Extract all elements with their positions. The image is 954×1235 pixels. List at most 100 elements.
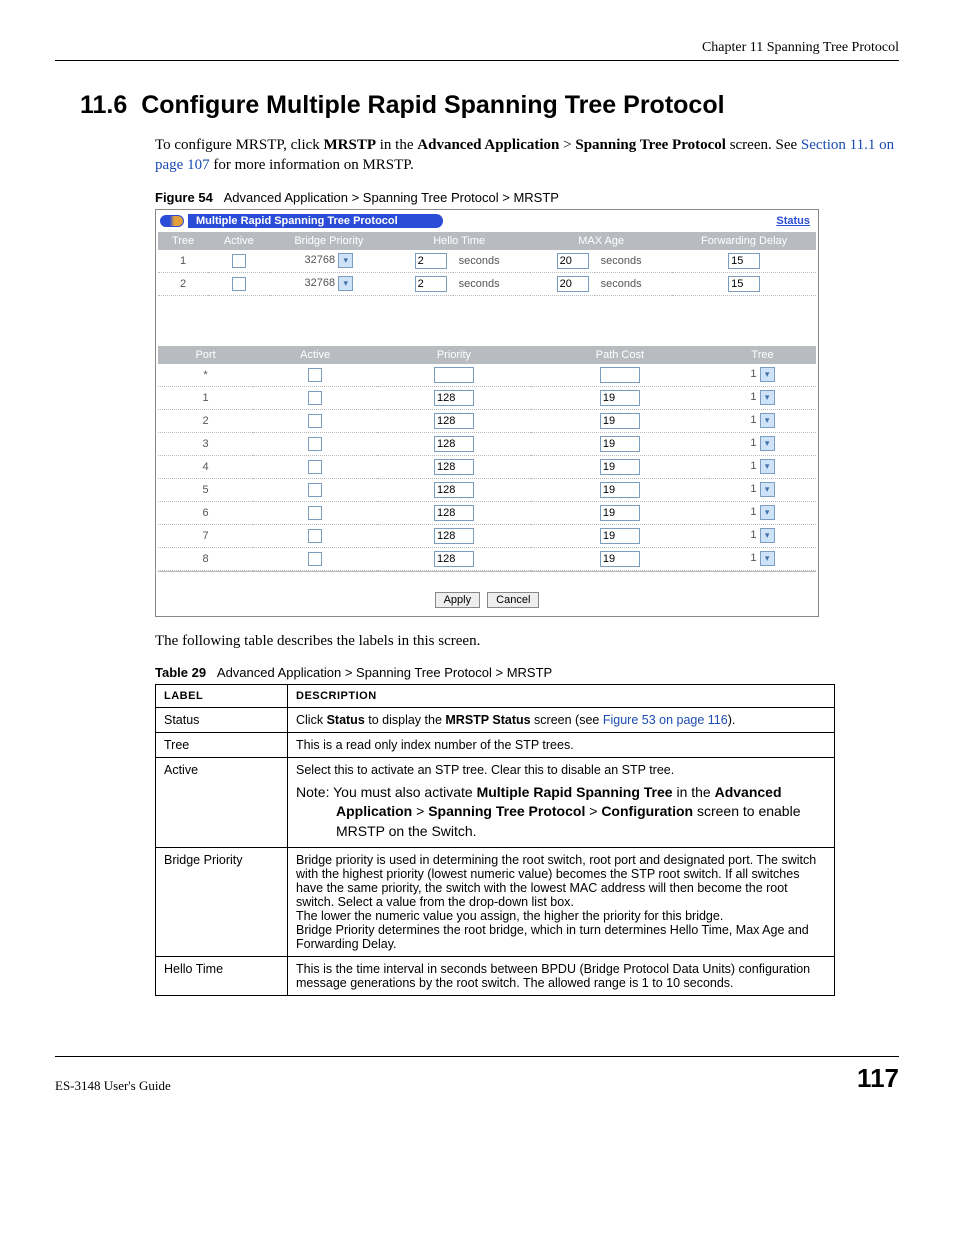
port-priority-input[interactable] [434, 482, 474, 498]
chevron-down-icon: ▾ [760, 459, 775, 474]
port-tree-select[interactable]: 1 ▾ [750, 552, 774, 564]
status-link[interactable]: Status [776, 215, 810, 227]
port-tree-select[interactable]: 1 ▾ [750, 414, 774, 426]
footer-guide: ES-3148 User's Guide [55, 1078, 171, 1094]
port-path-input[interactable] [600, 551, 640, 567]
port-table: Port Active Priority Path Cost Tree *1 ▾… [158, 346, 816, 571]
port-path-input[interactable] [600, 390, 640, 406]
chevron-down-icon: ▾ [760, 505, 775, 520]
cell-desc: Click Status to display the MRSTP Status… [288, 707, 835, 732]
port-priority-input[interactable] [434, 390, 474, 406]
th-active: Active [208, 232, 269, 250]
port-checkbox[interactable] [308, 483, 322, 497]
port-checkbox[interactable] [308, 391, 322, 405]
apply-button[interactable]: Apply [435, 592, 481, 608]
port-checkbox[interactable] [308, 460, 322, 474]
chevron-down-icon: ▾ [760, 413, 775, 428]
port-path-input[interactable] [600, 459, 640, 475]
th-port-priority: Priority [377, 346, 531, 364]
port-tree-select[interactable]: 1 ▾ [750, 529, 774, 541]
logo-icon [160, 215, 184, 227]
cell-label: Tree [156, 732, 288, 757]
port-path-input[interactable] [600, 505, 640, 521]
port-checkbox[interactable] [308, 414, 322, 428]
cell-desc: Bridge priority is used in determining t… [288, 847, 835, 956]
port-tree-select[interactable]: 1 ▾ [750, 506, 774, 518]
port-row: 11 ▾ [158, 386, 816, 409]
cell-desc: Select this to activate an STP tree. Cle… [288, 757, 835, 847]
port-priority-input[interactable] [434, 413, 474, 429]
tree2-priority-select[interactable]: 32768 ▾ [305, 277, 354, 289]
table-row: Status Click Status to display the MRSTP… [156, 707, 835, 732]
port-checkbox[interactable] [308, 437, 322, 451]
tree2-maxage-input[interactable] [557, 276, 589, 292]
section-number: 11.6 [80, 91, 127, 119]
port-row: 61 ▾ [158, 501, 816, 524]
port-row: 21 ▾ [158, 409, 816, 432]
chevron-down-icon: ▾ [760, 528, 775, 543]
port-tree-select[interactable]: 1 ▾ [750, 391, 774, 403]
port-tree-select[interactable]: 1 ▾ [750, 368, 774, 380]
tree-table: Tree Active Bridge Priority Hello Time M… [158, 232, 816, 296]
port-priority-input[interactable] [434, 367, 474, 383]
port-path-input[interactable] [600, 413, 640, 429]
chevron-down-icon: ▾ [760, 551, 775, 566]
port-tree-select[interactable]: 1 ▾ [750, 437, 774, 449]
port-path-input[interactable] [600, 436, 640, 452]
tree1-maxage-input[interactable] [557, 253, 589, 269]
figure-54: Multiple Rapid Spanning Tree Protocol St… [155, 209, 819, 617]
chevron-down-icon: ▾ [760, 390, 775, 405]
figure-link[interactable]: Figure 53 on page 116 [603, 713, 728, 727]
chevron-down-icon: ▾ [760, 436, 775, 451]
tree1-hello-input[interactable] [415, 253, 447, 269]
port-tree-select[interactable]: 1 ▾ [750, 460, 774, 472]
port-row: *1 ▾ [158, 364, 816, 387]
table-row: Hello Time This is the time interval in … [156, 956, 835, 995]
tree2-hello-input[interactable] [415, 276, 447, 292]
tree1-fwd-input[interactable] [728, 253, 760, 269]
th-label: LABEL [156, 684, 288, 707]
tree2-fwd-input[interactable] [728, 276, 760, 292]
tree2-active-checkbox[interactable] [232, 277, 246, 291]
page-footer: ES-3148 User's Guide 117 [55, 1056, 899, 1094]
intro-paragraph: To configure MRSTP, click MRSTP in the A… [155, 135, 899, 176]
th-port-active: Active [253, 346, 377, 364]
port-path-input[interactable] [600, 528, 640, 544]
figure-caption: Figure 54 Advanced Application > Spannin… [155, 190, 899, 205]
chapter-title: Chapter 11 Spanning Tree Protocol [702, 40, 899, 55]
port-checkbox[interactable] [308, 368, 322, 382]
th-path-cost: Path Cost [531, 346, 709, 364]
port-priority-input[interactable] [434, 459, 474, 475]
port-checkbox[interactable] [308, 506, 322, 520]
port-priority-input[interactable] [434, 436, 474, 452]
note-block: Note: You must also activate Multiple Ra… [296, 783, 826, 842]
cell-label: Status [156, 707, 288, 732]
port-checkbox[interactable] [308, 529, 322, 543]
port-row: 41 ▾ [158, 455, 816, 478]
section-heading: 11.6 Configure Multiple Rapid Spanning T… [80, 91, 899, 120]
th-max-age: MAX Age [530, 232, 672, 250]
chevron-down-icon: ▾ [760, 367, 775, 382]
panel-title: Multiple Rapid Spanning Tree Protocol [188, 214, 443, 228]
tree-row: 2 32768 ▾ seconds seconds [158, 272, 816, 295]
cell-desc: This is the time interval in seconds bet… [288, 956, 835, 995]
th-bridge-priority: Bridge Priority [270, 232, 389, 250]
port-priority-input[interactable] [434, 505, 474, 521]
panel-header: Multiple Rapid Spanning Tree Protocol St… [158, 212, 816, 232]
port-path-input[interactable] [600, 482, 640, 498]
tree1-priority-select[interactable]: 32768 ▾ [305, 254, 354, 266]
table-row: Active Select this to activate an STP tr… [156, 757, 835, 847]
port-path-input[interactable] [600, 367, 640, 383]
port-tree-select[interactable]: 1 ▾ [750, 483, 774, 495]
th-tree: Tree [158, 232, 208, 250]
torn-edge [158, 571, 816, 582]
port-priority-input[interactable] [434, 551, 474, 567]
chevron-down-icon: ▾ [338, 276, 353, 291]
table-row: Tree This is a read only index number of… [156, 732, 835, 757]
table-row: Bridge Priority Bridge priority is used … [156, 847, 835, 956]
cancel-button[interactable]: Cancel [487, 592, 539, 608]
tree1-active-checkbox[interactable] [232, 254, 246, 268]
port-priority-input[interactable] [434, 528, 474, 544]
chevron-down-icon: ▾ [338, 253, 353, 268]
port-checkbox[interactable] [308, 552, 322, 566]
